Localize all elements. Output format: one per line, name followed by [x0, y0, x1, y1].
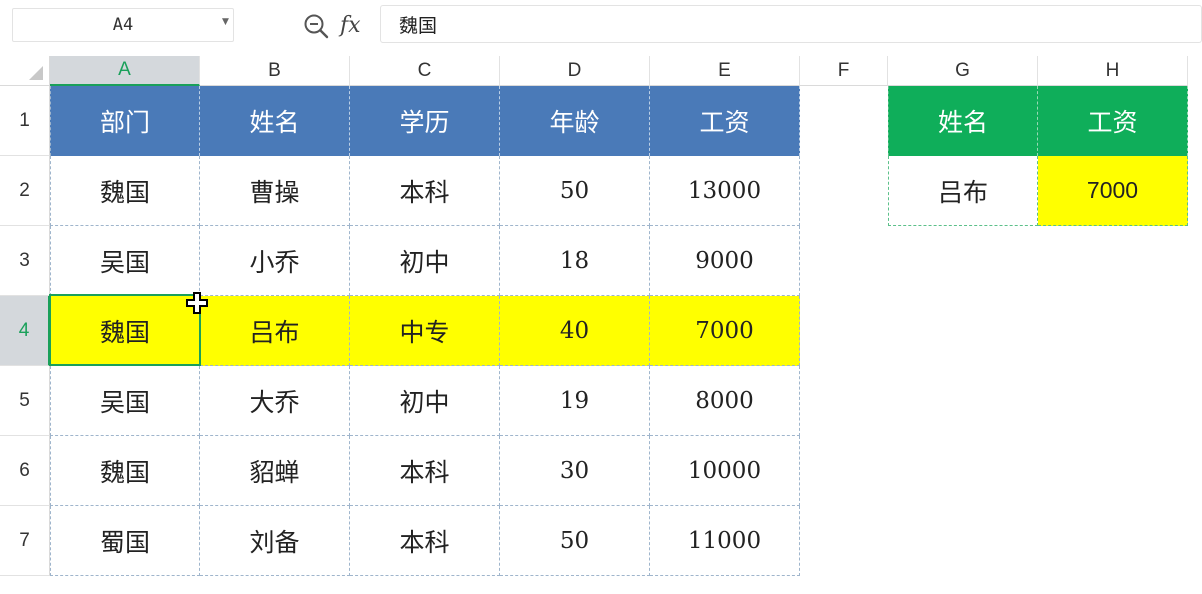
select-all-corner[interactable] [0, 56, 50, 86]
table-cell[interactable]: 小乔 [200, 226, 350, 296]
table-cell[interactable]: 9000 [650, 226, 800, 296]
cell-select-cross-cursor-icon [186, 292, 208, 314]
table-cell[interactable]: 7000 [650, 296, 800, 366]
table-cell[interactable]: 魏国 [50, 436, 200, 506]
table-cell[interactable]: 本科 [350, 156, 500, 226]
table-cell[interactable]: 貂蝉 [200, 436, 350, 506]
table-cell[interactable]: 初中 [350, 366, 500, 436]
table-header-cell[interactable]: 姓名 [200, 86, 350, 156]
table-cell[interactable]: 吕布 [200, 296, 350, 366]
row-header-6[interactable]: 6 [0, 436, 50, 506]
table-cell[interactable]: 50 [500, 506, 650, 576]
table-cell[interactable]: 10000 [650, 436, 800, 506]
lookup-name-cell[interactable]: 吕布 [888, 156, 1038, 226]
name-box[interactable]: A4 [12, 8, 234, 42]
zoom-out-icon[interactable] [302, 12, 330, 40]
table-cell[interactable]: 曹操 [200, 156, 350, 226]
table-cell[interactable]: 吴国 [50, 226, 200, 296]
table-cell[interactable]: 魏国 [50, 296, 200, 366]
row-header-1[interactable]: 1 [0, 86, 50, 156]
table-cell[interactable]: 蜀国 [50, 506, 200, 576]
column-header-e[interactable]: E [650, 56, 800, 86]
formula-input[interactable]: 魏国 [380, 5, 1202, 43]
table-header-cell[interactable]: 工资 [650, 86, 800, 156]
table-cell[interactable]: 18 [500, 226, 650, 296]
table-cell[interactable]: 大乔 [200, 366, 350, 436]
name-box-value: A4 [112, 15, 134, 35]
spreadsheet-grid: A B C D E F G H 1 2 3 4 5 6 7 部门 姓名 学历 年龄 工资 魏国 曹操 本科 50 13000 吴国… [0, 50, 1202, 594]
table-cell[interactable]: 19 [500, 366, 650, 436]
name-box-dropdown-icon[interactable]: ▼ [222, 17, 229, 27]
table-cell[interactable]: 刘备 [200, 506, 350, 576]
table-cell[interactable]: 中专 [350, 296, 500, 366]
table-cell[interactable]: 8000 [650, 366, 800, 436]
row-header-4[interactable]: 4 [0, 296, 50, 366]
column-header-f[interactable]: F [800, 56, 888, 86]
row-header-7[interactable]: 7 [0, 506, 50, 576]
column-header-c[interactable]: C [350, 56, 500, 86]
lookup-header-cell[interactable]: 工资 [1038, 86, 1188, 156]
column-header-g[interactable]: G [888, 56, 1038, 86]
table-header-cell[interactable]: 学历 [350, 86, 500, 156]
table-cell[interactable]: 30 [500, 436, 650, 506]
select-all-triangle-icon [29, 66, 43, 80]
column-header-d[interactable]: D [500, 56, 650, 86]
table-cell[interactable]: 魏国 [50, 156, 200, 226]
formula-value: 魏国 [399, 14, 438, 37]
table-cell[interactable]: 吴国 [50, 366, 200, 436]
table-cell[interactable]: 本科 [350, 436, 500, 506]
table-cell[interactable]: 40 [500, 296, 650, 366]
column-header-a[interactable]: A [50, 56, 200, 86]
table-cell[interactable]: 50 [500, 156, 650, 226]
fx-icon[interactable]: fx [340, 8, 361, 42]
table-header-cell[interactable]: 部门 [50, 86, 200, 156]
row-header-2[interactable]: 2 [0, 156, 50, 226]
table-cell[interactable]: 13000 [650, 156, 800, 226]
formula-bar: A4 ▼ fx 魏国 [0, 0, 1202, 50]
row-header-3[interactable]: 3 [0, 226, 50, 296]
lookup-header-cell[interactable]: 姓名 [888, 86, 1038, 156]
lookup-result-cell[interactable]: 7000 [1038, 156, 1188, 226]
table-header-cell[interactable]: 年龄 [500, 86, 650, 156]
row-header-5[interactable]: 5 [0, 366, 50, 436]
table-cell[interactable]: 初中 [350, 226, 500, 296]
column-header-h[interactable]: H [1038, 56, 1188, 86]
table-cell[interactable]: 本科 [350, 506, 500, 576]
table-cell[interactable]: 11000 [650, 506, 800, 576]
column-header-b[interactable]: B [200, 56, 350, 86]
